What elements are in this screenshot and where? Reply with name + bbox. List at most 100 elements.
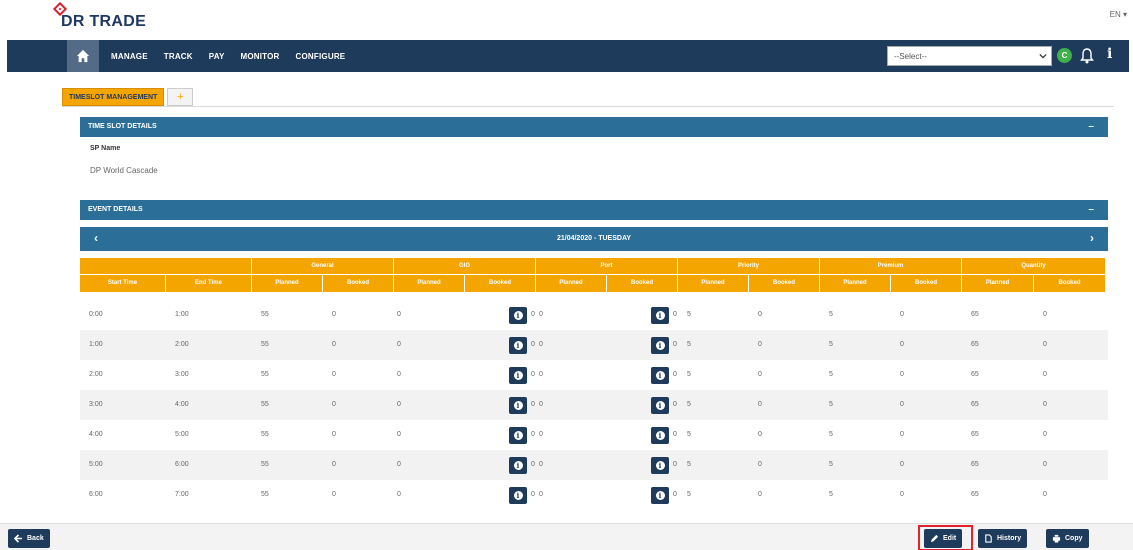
column-header: End Time <box>166 275 252 292</box>
tab-timeslot-management[interactable]: TIMESLOT MANAGEMENT <box>62 88 165 106</box>
table-cell: 2:00 <box>80 360 166 390</box>
table-cell: 5 <box>678 330 749 360</box>
info-button[interactable]: i <box>509 427 527 444</box>
table-cell: 6:00 <box>166 450 252 480</box>
table-cell: 55 <box>252 420 323 450</box>
table-cell: 1:00 <box>166 300 252 330</box>
timeslot-details-header[interactable]: TIME SLOT DETAILS – <box>80 117 1108 137</box>
cell-value: 0 <box>900 431 904 438</box>
event-details-header[interactable]: EVENT DETAILS – <box>80 200 1108 220</box>
table-cell: 0 <box>536 420 607 450</box>
table-cell: 55 <box>252 480 323 510</box>
cell-value: 0 <box>332 401 336 408</box>
table-cell: 0:00 <box>80 300 166 330</box>
column-header: Booked <box>749 275 820 292</box>
chevron-down-icon <box>1039 53 1047 59</box>
divider <box>62 106 1114 107</box>
info-icon[interactable]: i <box>1107 46 1112 62</box>
nav-menu: MANAGE TRACK PAY MONITOR CONFIGURE <box>111 40 345 72</box>
info-button[interactable]: i <box>651 337 669 354</box>
sp-name-value: DP World Cascade <box>90 166 158 175</box>
table-cell: 5 <box>678 300 749 330</box>
table-cell: 0 <box>536 360 607 390</box>
group-header: GIG <box>394 258 536 275</box>
info-button[interactable]: i <box>509 337 527 354</box>
cell-value: 5 <box>687 491 691 498</box>
table-cell: 0 <box>1034 450 1106 480</box>
copy-button[interactable]: Copy <box>1046 529 1089 548</box>
table-cell: 65 <box>962 330 1034 360</box>
table-cell: 0 <box>749 450 820 480</box>
table-cell: 55 <box>252 330 323 360</box>
bell-icon[interactable] <box>1080 48 1094 64</box>
table-cell: 0 <box>394 450 465 480</box>
table-row: 0:00 1:00 55 0 0 i 0 0 i 0 5 0 5 0 65 0 <box>80 300 1108 330</box>
info-button[interactable]: i <box>651 487 669 504</box>
cell-value: 0 <box>397 431 401 438</box>
nav-item-track[interactable]: TRACK <box>164 52 193 61</box>
cell-value: 0 <box>539 371 543 378</box>
cell-value: 55 <box>261 341 269 348</box>
nav-item-configure[interactable]: CONFIGURE <box>296 52 346 61</box>
info-button[interactable]: i <box>509 457 527 474</box>
info-button[interactable]: i <box>509 487 527 504</box>
user-avatar[interactable]: C <box>1057 48 1072 63</box>
group-header: Port <box>536 258 678 275</box>
cell-value: 65 <box>971 431 979 438</box>
home-button[interactable] <box>67 40 99 72</box>
collapse-icon[interactable]: – <box>1088 121 1094 132</box>
table-cell: 0 <box>1034 330 1106 360</box>
back-button[interactable]: Back <box>8 529 50 548</box>
nav-item-manage[interactable]: MANAGE <box>111 52 148 61</box>
table-cell: 0 <box>394 360 465 390</box>
info-button[interactable]: i <box>651 457 669 474</box>
nav-item-monitor[interactable]: MONITOR <box>241 52 280 61</box>
cell-value: 0 <box>673 431 677 438</box>
cell-value: 5 <box>829 371 833 378</box>
table-cell: 0 <box>323 360 394 390</box>
cell-value: 55 <box>261 311 269 318</box>
cell-value: 4:00 <box>89 431 103 438</box>
info-button[interactable]: i <box>651 427 669 444</box>
cell-value: 5 <box>829 431 833 438</box>
context-select[interactable]: --Select-- <box>887 46 1052 66</box>
collapse-icon[interactable]: – <box>1088 204 1094 215</box>
language-switcher[interactable]: EN ▾ <box>1110 10 1127 19</box>
add-tab-button[interactable]: + <box>167 88 194 106</box>
cell-value: 5 <box>687 461 691 468</box>
info-icon: i <box>655 401 665 410</box>
cell-value: 1:00 <box>175 311 189 318</box>
group-header: General <box>252 258 394 275</box>
table-cell: 0 <box>891 390 962 420</box>
info-icon: i <box>655 371 665 380</box>
table-cell: 5 <box>820 300 891 330</box>
table-cell: 0 <box>323 390 394 420</box>
table-cell: i0 <box>465 390 536 420</box>
info-button[interactable]: i <box>509 367 527 384</box>
table-cell: 0 <box>536 450 607 480</box>
table-cell: 0 <box>536 480 607 510</box>
cell-value: 0 <box>758 311 762 318</box>
history-button[interactable]: History <box>978 529 1028 548</box>
table-cell: 65 <box>962 360 1034 390</box>
info-button[interactable]: i <box>651 397 669 414</box>
next-day-button[interactable]: › <box>1090 231 1094 245</box>
nav-item-pay[interactable]: PAY <box>209 52 225 61</box>
cell-value: 0 <box>758 431 762 438</box>
edit-button[interactable]: Edit <box>924 529 963 548</box>
cell-value: 65 <box>971 371 979 378</box>
cell-value: 0 <box>397 491 401 498</box>
table-cell: 0 <box>749 420 820 450</box>
info-button[interactable]: i <box>651 307 669 324</box>
info-icon: i <box>655 311 665 320</box>
info-icon: i <box>513 491 523 500</box>
table-cell: 0 <box>323 450 394 480</box>
timeslot-table-header: General GIG Port Priority Premium Quantity St… <box>80 258 1108 292</box>
table-cell: i0 <box>607 420 678 450</box>
table-cell: 5 <box>820 480 891 510</box>
cell-value: 6:00 <box>175 461 189 468</box>
info-button[interactable]: i <box>651 367 669 384</box>
table-cell: 0 <box>891 330 962 360</box>
info-button[interactable]: i <box>509 307 527 324</box>
info-button[interactable]: i <box>509 397 527 414</box>
